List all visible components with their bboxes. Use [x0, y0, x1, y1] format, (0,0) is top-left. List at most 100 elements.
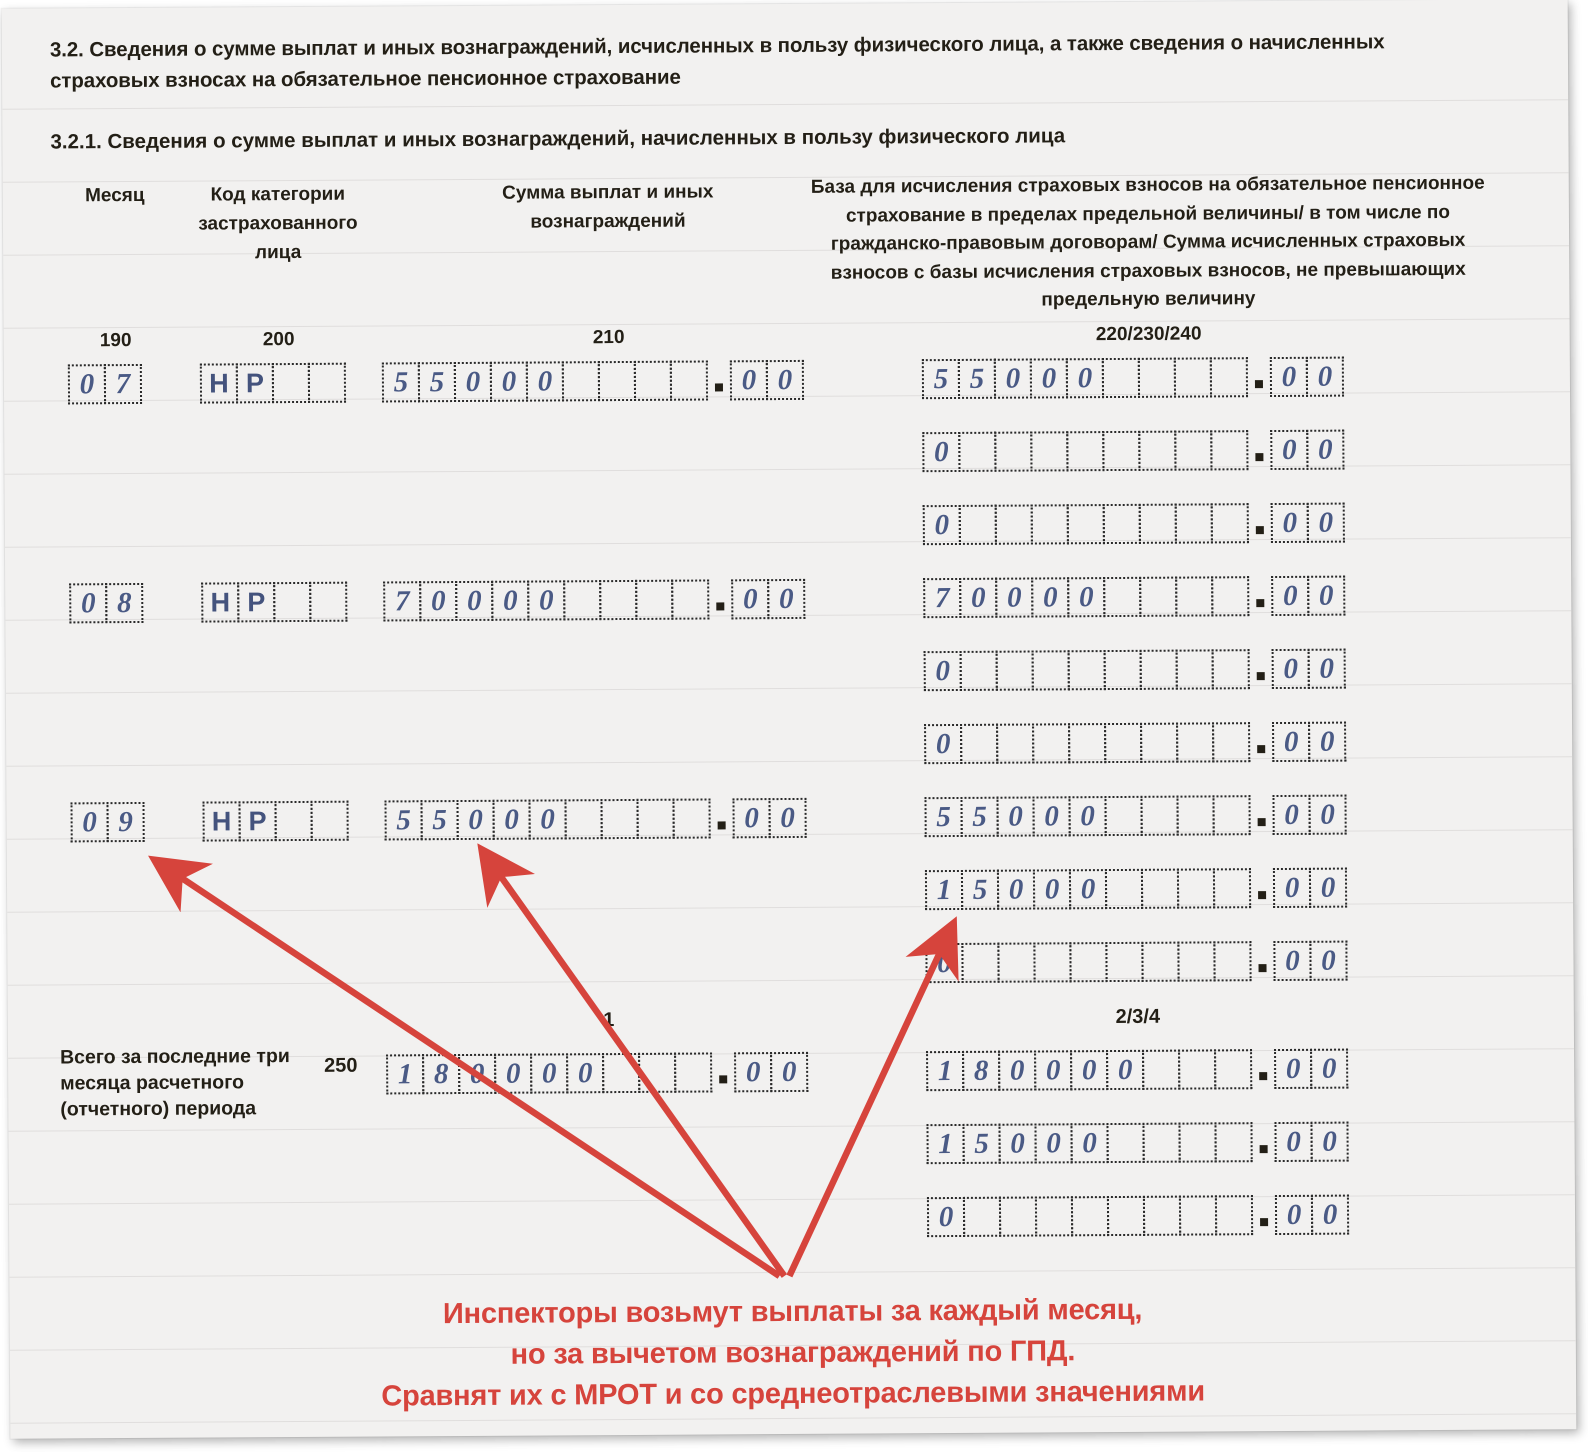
cell[interactable] — [1139, 576, 1178, 617]
cell[interactable] — [1212, 795, 1251, 836]
cell[interactable] — [960, 723, 999, 764]
cell[interactable] — [1067, 650, 1106, 691]
cell[interactable] — [1142, 1195, 1182, 1236]
cell[interactable]: 0 — [995, 577, 1034, 618]
cell[interactable]: 8 — [105, 582, 144, 624]
category-code-field[interactable]: НР — [201, 581, 348, 623]
cell[interactable] — [1213, 941, 1252, 982]
cell[interactable]: 0 — [1031, 577, 1070, 618]
cell[interactable] — [997, 942, 1036, 983]
total-payments-sum-field[interactable]: 180000 — [386, 1052, 713, 1095]
cell[interactable]: 0 — [1032, 869, 1072, 910]
cell[interactable] — [959, 650, 998, 691]
cell[interactable]: 0 — [734, 1052, 773, 1093]
payments-sum-field[interactable]: 55000 — [384, 798, 711, 841]
cell[interactable] — [1140, 868, 1180, 909]
cell[interactable] — [1214, 1049, 1253, 1090]
cell[interactable] — [1106, 1122, 1145, 1164]
cell[interactable]: 0 — [922, 504, 961, 546]
cell[interactable] — [994, 431, 1033, 472]
cell[interactable] — [1138, 430, 1177, 471]
cell[interactable]: 0 — [1274, 1121, 1313, 1163]
cell[interactable] — [1176, 722, 1215, 763]
cell[interactable]: 0 — [1272, 867, 1312, 909]
cell[interactable] — [962, 1196, 1002, 1237]
cell[interactable] — [1212, 722, 1251, 763]
cell[interactable]: 1 — [926, 1050, 965, 1092]
cell[interactable] — [994, 504, 1033, 545]
total-base-field[interactable]: 15000 — [926, 1122, 1253, 1165]
cell[interactable]: 0 — [70, 802, 109, 843]
total-base-field[interactable]: 180000 — [926, 1049, 1253, 1092]
cell[interactable]: 0 — [1310, 1048, 1349, 1089]
cell[interactable]: Н — [199, 363, 239, 404]
cell[interactable]: 5 — [960, 869, 1000, 910]
cell[interactable] — [1137, 357, 1177, 398]
cell[interactable] — [1141, 941, 1180, 982]
cell[interactable]: 5 — [420, 800, 459, 841]
cell[interactable]: 0 — [1067, 577, 1106, 618]
cell[interactable]: 0 — [1270, 502, 1309, 544]
base-kopecks[interactable]: 00 — [1271, 648, 1346, 690]
cell[interactable]: 0 — [1068, 796, 1107, 837]
cell[interactable]: 5 — [962, 1123, 1001, 1164]
base-kopecks[interactable]: 00 — [1272, 721, 1347, 763]
cell[interactable] — [674, 1052, 713, 1093]
cell[interactable]: 0 — [765, 359, 805, 401]
cell[interactable]: 0 — [1272, 794, 1311, 836]
cell[interactable] — [1178, 1195, 1218, 1236]
cell[interactable]: 0 — [996, 796, 1035, 837]
cell[interactable] — [996, 723, 1035, 764]
cell[interactable] — [599, 579, 638, 621]
cell[interactable]: 0 — [926, 1196, 966, 1238]
base-kopecks[interactable]: 00 — [1273, 940, 1348, 982]
cell[interactable]: 0 — [456, 799, 495, 841]
cell[interactable]: 0 — [1034, 1123, 1073, 1164]
cell[interactable] — [1175, 576, 1214, 617]
cell[interactable]: Р — [235, 363, 275, 404]
cell[interactable]: 0 — [1269, 356, 1309, 398]
cell[interactable] — [1102, 430, 1141, 472]
cell[interactable]: 5 — [384, 800, 423, 841]
cell[interactable]: 5 — [924, 796, 963, 838]
cell[interactable]: 0 — [923, 650, 962, 692]
cell[interactable]: 0 — [1310, 1194, 1350, 1235]
base-field[interactable]: 0 — [922, 503, 1249, 546]
base-kopecks[interactable]: 00 — [1269, 356, 1345, 398]
cell[interactable]: 0 — [492, 799, 531, 840]
base-field[interactable]: 55000 — [924, 795, 1251, 838]
cell[interactable]: 5 — [417, 362, 457, 403]
cell[interactable] — [309, 581, 348, 622]
base-kopecks[interactable]: 00 — [1272, 867, 1348, 909]
cell[interactable]: 0 — [996, 869, 1036, 910]
cell[interactable] — [1070, 1196, 1110, 1237]
cell[interactable] — [602, 1052, 641, 1094]
cell[interactable]: 8 — [962, 1050, 1001, 1091]
cell[interactable] — [1173, 357, 1213, 398]
total-base-kopecks[interactable]: 00 — [1274, 1121, 1349, 1163]
cell[interactable] — [1175, 649, 1214, 690]
cell[interactable] — [564, 799, 603, 840]
month-field[interactable]: 07 — [67, 363, 143, 405]
payments-sum-kopecks[interactable]: 00 — [731, 578, 806, 620]
cell[interactable]: 0 — [494, 1053, 533, 1094]
cell[interactable]: 0 — [998, 1050, 1037, 1091]
cell[interactable] — [1177, 941, 1216, 982]
cell[interactable]: 0 — [1307, 648, 1346, 689]
total-base-kopecks[interactable]: 00 — [1274, 1048, 1349, 1090]
cell[interactable]: 1 — [924, 869, 964, 911]
cell[interactable] — [597, 360, 637, 402]
cell[interactable]: 8 — [422, 1054, 461, 1095]
cell[interactable]: 0 — [1106, 1049, 1145, 1091]
cell[interactable] — [1211, 649, 1250, 690]
payments-sum-field[interactable]: 55000 — [381, 360, 709, 403]
payments-sum-kopecks[interactable]: 00 — [732, 797, 807, 839]
cell[interactable] — [1103, 576, 1142, 618]
cell[interactable]: 0 — [1274, 1048, 1313, 1090]
cell[interactable]: 0 — [1273, 940, 1312, 982]
cell[interactable]: 0 — [993, 358, 1033, 399]
total-payments-sum-kopecks[interactable]: 00 — [734, 1051, 809, 1093]
cell[interactable]: Н — [202, 801, 241, 842]
cell[interactable]: 0 — [1308, 867, 1348, 908]
cell[interactable] — [600, 798, 639, 840]
